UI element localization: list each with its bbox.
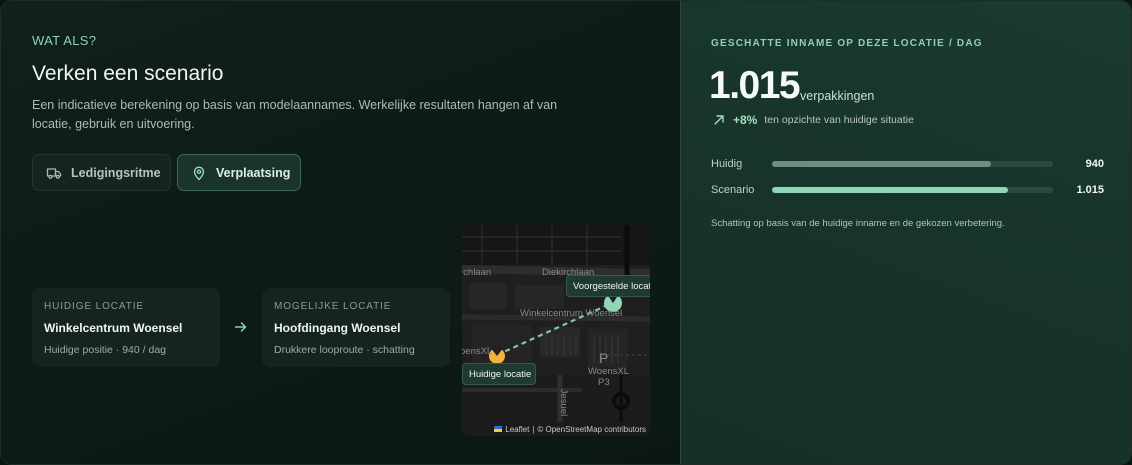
estimate-delta: +8% ten opzichte van huidige situatie [712,113,914,127]
current-location-tag: Huidige locatie [462,363,536,385]
leaflet-link[interactable]: Leaflet [505,425,529,434]
verplaatsing-label: Verplaatsing [216,165,291,180]
bar-label: Huidig [711,158,743,170]
bar-track [772,161,1053,167]
parking-label: P [599,350,609,366]
delta-text: ten opzichte van huidige situatie [764,114,914,126]
map-pin-icon [193,166,205,180]
proposed-location-tag: Voorgestelde locatie [566,275,650,297]
map-tiles [462,225,650,436]
bar-track [772,187,1053,193]
ukraine-flag-icon [494,426,503,432]
possible-location-name: Hoofdingang Woensel [274,321,401,335]
bar-value: 940 [1085,158,1104,170]
estimate-panel: GESCHATTE INNAME OP DEZE LOCATIE / DAG 1… [680,1,1131,464]
bar-fill-huidig [772,161,992,167]
current-location-name: Winkelcentrum Woensel [44,321,183,335]
scenario-panel: WAT ALS? Verken een scenario Een indicat… [1,1,680,464]
panel-title: Verken een scenario [32,62,224,85]
bar-fill-scenario [772,187,1009,193]
possible-location-sub: Drukkere looproute · schatting [274,344,415,356]
delta-percentage: +8% [733,113,758,127]
verplaatsing-button[interactable]: Verplaatsing [177,154,301,191]
scenario-card: WAT ALS? Verken een scenario Een indicat… [0,0,1132,465]
trend-up-icon [714,115,724,125]
estimate-eyebrow: GESCHATTE INNAME OP DEZE LOCATIE / DAG [711,38,983,49]
osm-link[interactable]: © OpenStreetMap contributors [537,425,646,434]
possible-location-label: MOGELIJKE LOCATIE [274,301,392,312]
location-map[interactable]: Diekirchlaan rchlaan Winkelcentrum Woens… [462,225,650,436]
attribution-separator: | [532,424,535,434]
street-label: WoensXL [588,366,630,377]
bar-row-scenario: Scenario 1.015 [711,182,1104,198]
street-label: oensXL [462,346,493,357]
map-attribution: Leaflet | © OpenStreetMap contributors [490,422,650,436]
eyebrow: WAT ALS? [32,33,97,48]
bar-row-huidig: Huidig 940 [711,156,1104,172]
ledigingsritme-label: Ledigingsritme [71,165,161,180]
arrow-right-icon [234,322,247,332]
current-location-sub: Huidige positie · 940 / dag [44,344,166,356]
panel-description: Een indicatieve berekening op basis van … [32,98,558,131]
street-label: Winkelcentrum Woensel [520,308,623,319]
estimate-unit: verpakkingen [800,89,875,103]
truck-icon [46,167,62,179]
street-label: Jesuel [558,388,570,417]
bar-value: 1.015 [1076,184,1104,196]
street-label: rchlaan [462,267,492,278]
estimate-value: 1.015 [709,64,801,107]
possible-location-card: MOGELIJKE LOCATIE Hoofdingang Woensel Dr… [262,288,450,367]
bar-label: Scenario [711,184,755,196]
estimate-note: Schatting op basis van de huidige inname… [711,218,1005,229]
parking-label: P3 [598,377,610,388]
current-location-card: HUIDIGE LOCATIE Winkelcentrum Woensel Hu… [32,288,220,367]
current-location-label: HUIDIGE LOCATIE [44,301,144,312]
ledigingsritme-button[interactable]: Ledigingsritme [32,154,171,191]
